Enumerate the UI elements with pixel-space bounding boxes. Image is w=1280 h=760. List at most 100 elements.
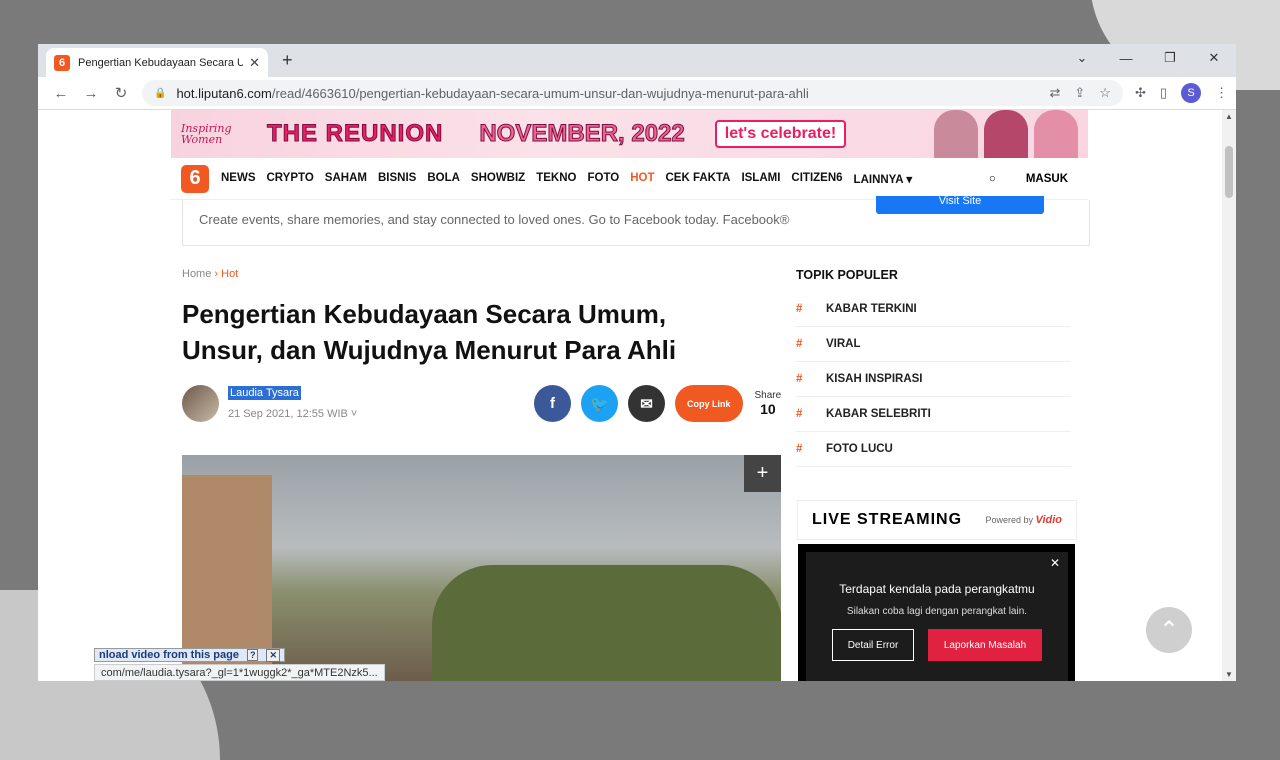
banner-reunion: THE REUNION (266, 120, 444, 148)
topic-label: KABAR SELEBRITI (826, 408, 931, 420)
visit-site-button[interactable]: Visit Site (876, 196, 1044, 214)
banner-inspiring: Inspiring Women (181, 122, 232, 146)
scroll-thumb[interactable] (1225, 146, 1233, 198)
share-number: 10 (760, 401, 776, 417)
banner-celebrate: let's celebrate! (714, 120, 847, 148)
article-title: Pengertian Kebudayaan Secara Umum, Unsur… (182, 299, 677, 365)
scroll-top-icon[interactable]: ⌃ (1146, 607, 1192, 653)
close-bar-icon[interactable]: ✕ (266, 648, 281, 662)
help-icon[interactable]: ? (246, 649, 259, 661)
topic-item[interactable]: # KABAR TERKINI (796, 292, 1071, 327)
nav-item-1[interactable]: CRYPTO (267, 172, 314, 186)
topic-item[interactable]: # FOTO LUCU (796, 432, 1071, 467)
banner-date: NOVEMBER, 2022 (479, 120, 685, 148)
share-bar: f 🐦 ✉ Copy Link Share 10 (534, 385, 781, 422)
facebook-share-icon[interactable]: f (534, 385, 571, 422)
topic-item[interactable]: # VIRAL (796, 327, 1071, 362)
address-bar-row: ← → ↻ 🔒 hot.liputan6.com/read/4663610/pe… (38, 77, 1236, 110)
hash-icon: # (796, 373, 803, 385)
nav-item-3[interactable]: BISNIS (378, 172, 416, 186)
favicon-icon: 6 (54, 54, 70, 71)
url-domain: hot.liputan6.com (176, 85, 272, 101)
nav-item-11[interactable]: CITIZEN6 (791, 172, 842, 186)
share-label: Share (754, 390, 782, 401)
error-dialog: ✕ Terdapat kendala pada perangkatmu Sila… (806, 552, 1068, 681)
tab-bar: 6 Pengertian Kebudayaan Secara U ✕ + ⌄ —… (38, 44, 1236, 77)
nav-item-7[interactable]: FOTO (587, 172, 619, 186)
photo-trees (432, 565, 781, 681)
search-icon[interactable]: ○ (989, 173, 996, 185)
nav-item-5[interactable]: SHOWBIZ (471, 172, 525, 186)
nav-item-9[interactable]: CEK FAKTA (665, 172, 730, 186)
topic-item[interactable]: # KISAH INSPIRASI (796, 362, 1071, 397)
hash-icon: # (796, 408, 803, 420)
twitter-share-icon[interactable]: 🐦 (581, 385, 618, 422)
vidio-logo[interactable]: Vidio (1036, 514, 1062, 526)
fb-ad-text: Create events, share memories, and stay … (199, 212, 790, 227)
url-field[interactable]: 🔒 hot.liputan6.com/read/4663610/pengerti… (142, 80, 1123, 106)
nav-item-10[interactable]: ISLAMI (741, 172, 780, 186)
live-title: LIVE STREAMING (812, 511, 963, 528)
scrollbar[interactable]: ▲ ▼ (1222, 110, 1236, 681)
nav-item-12[interactable]: LAINNYA ▾ (854, 172, 913, 186)
login-link[interactable]: MASUK (1026, 173, 1068, 185)
reload-icon[interactable]: ↻ (106, 84, 136, 102)
tab-search-icon[interactable]: ⌄ (1060, 44, 1104, 72)
translate-icon[interactable]: ⇄ (1049, 85, 1060, 101)
ad-banner[interactable]: Inspiring Women THE REUNION NOVEMBER, 20… (171, 110, 1088, 158)
breadcrumb-separator: › (214, 268, 219, 280)
author-name[interactable]: Laudia Tysara (228, 386, 301, 400)
share-icon[interactable]: ⇪ (1074, 85, 1085, 101)
nav-item-0[interactable]: NEWS (221, 172, 256, 186)
extensions-icon[interactable]: ✣ (1135, 85, 1146, 101)
nav-item-6[interactable]: TEKNO (536, 172, 576, 186)
topic-label: VIRAL (826, 338, 861, 350)
nav-menu: NEWS CRYPTO SAHAM BISNIS BOLA SHOWBIZ TEKNO FOT… (221, 172, 912, 186)
profile-avatar[interactable]: S (1181, 83, 1201, 103)
scroll-down-icon[interactable]: ▼ (1225, 670, 1233, 679)
scroll-up-icon[interactable]: ▲ (1225, 112, 1233, 121)
powered-by: Powered by (985, 515, 1033, 525)
close-tab-icon[interactable]: ✕ (249, 55, 260, 71)
breadcrumb-home[interactable]: Home (182, 268, 211, 280)
copy-link-button[interactable]: Copy Link (675, 385, 743, 422)
close-window-icon[interactable]: ✕ (1192, 44, 1236, 72)
topic-item[interactable]: # KABAR SELEBRITI (796, 397, 1071, 432)
topic-label: KABAR TERKINI (826, 303, 917, 315)
share-count: Share 10 (755, 390, 782, 417)
author-avatar[interactable] (182, 385, 219, 422)
back-icon[interactable]: ← (46, 85, 76, 102)
publish-date[interactable]: 21 Sep 2021, 12:55 WIB ˅ (228, 408, 357, 420)
facebook-ad[interactable]: Create events, share memories, and stay … (182, 196, 1090, 246)
report-problem-button[interactable]: Laporkan Masalah (928, 629, 1042, 661)
download-video-bar[interactable]: nload video from this page ? ✕ (94, 648, 286, 662)
error-subtitle: Silakan coba lagi dengan perangkat lain. (846, 606, 1028, 617)
email-share-icon[interactable]: ✉ (628, 385, 665, 422)
close-icon[interactable]: ✕ (1050, 556, 1060, 570)
forward-icon[interactable]: → (76, 85, 106, 102)
lock-icon[interactable]: 🔒 (154, 88, 166, 99)
side-panel-icon[interactable]: ▯ (1160, 85, 1167, 101)
video-player[interactable]: ✕ Terdapat kendala pada perangkatmu Sila… (798, 544, 1075, 681)
bookmark-star-icon[interactable]: ☆ (1099, 85, 1111, 101)
live-streaming-header: LIVE STREAMING Powered by Vidio (797, 500, 1077, 540)
new-tab-icon[interactable]: + (282, 50, 293, 71)
popular-topics-heading: TOPIK POPULER (796, 268, 898, 282)
breadcrumb-section[interactable]: Hot (221, 268, 238, 280)
nav-item-4[interactable]: BOLA (427, 172, 460, 186)
hash-icon: # (796, 303, 803, 315)
breadcrumb: Home › Hot (182, 268, 238, 280)
detail-error-button[interactable]: Detail Error (832, 629, 914, 661)
nav-item-8[interactable]: HOT (630, 172, 654, 186)
menu-icon[interactable]: ⋮ (1215, 85, 1228, 101)
site-logo[interactable]: 6 (181, 164, 209, 193)
nav-item-2[interactable]: SAHAM (325, 172, 367, 186)
expand-icon[interactable]: + (744, 455, 781, 492)
site-navbar: 6 NEWS CRYPTO SAHAM BISNIS BOLA SHOWBIZ TEKNO F… (171, 158, 1088, 200)
tab-title: Pengertian Kebudayaan Secara U (78, 56, 244, 69)
download-bar-text: nload video from this page (99, 649, 239, 661)
browser-tab[interactable]: 6 Pengertian Kebudayaan Secara U ✕ (46, 48, 268, 77)
minimize-icon[interactable]: — (1104, 44, 1148, 72)
browser-window: 6 Pengertian Kebudayaan Secara U ✕ + ⌄ —… (38, 44, 1236, 681)
restore-icon[interactable]: ❐ (1148, 44, 1192, 72)
